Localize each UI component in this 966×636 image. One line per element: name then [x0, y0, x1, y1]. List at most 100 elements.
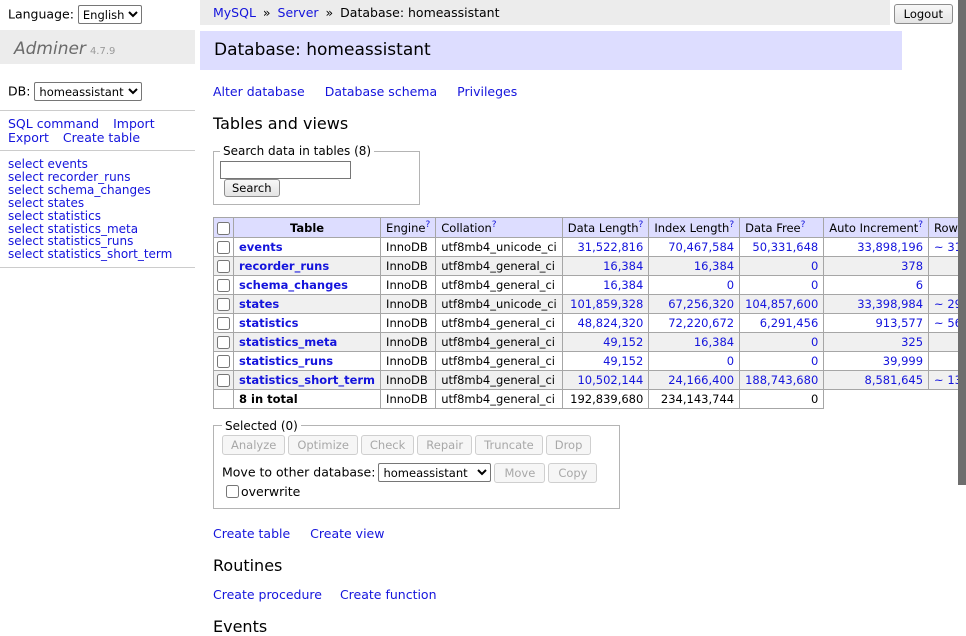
select-table-link[interactable]: select — [8, 196, 44, 210]
help-link[interactable]: ? — [492, 220, 497, 230]
language-select[interactable]: English — [78, 5, 142, 24]
create-view-link[interactable]: Create view — [310, 526, 384, 541]
table-structure-link[interactable]: recorder_runs — [239, 259, 329, 273]
data-free-link[interactable]: 6,291,456 — [760, 316, 819, 330]
repair-button[interactable]: Repair — [417, 435, 472, 455]
index-length-link[interactable]: 70,467,584 — [668, 240, 734, 254]
table-name-link[interactable]: schema_changes — [47, 183, 150, 197]
table-structure-link[interactable]: statistics_short_term — [239, 373, 375, 387]
scrollbar-thumb[interactable] — [958, 0, 966, 485]
table-structure-link[interactable]: events — [239, 240, 283, 254]
table-structure-link[interactable]: statistics — [239, 316, 299, 330]
auto-increment-link[interactable]: 33,898,196 — [857, 240, 923, 254]
overwrite-label[interactable]: overwrite — [241, 484, 300, 499]
drop-button[interactable]: Drop — [546, 435, 592, 455]
row-checkbox[interactable] — [217, 336, 230, 349]
auto-increment-link[interactable]: 8,581,645 — [865, 373, 924, 387]
select-table-link[interactable]: select — [8, 170, 44, 184]
index-length-link[interactable]: 0 — [727, 278, 734, 292]
privileges-link[interactable]: Privileges — [457, 84, 517, 99]
scrollbar[interactable] — [958, 0, 966, 543]
row-checkbox[interactable] — [217, 317, 230, 330]
select-all-checkbox[interactable] — [217, 222, 230, 235]
select-table-link[interactable]: select — [8, 234, 44, 248]
data-free-link[interactable]: 104,857,600 — [745, 297, 818, 311]
index-length-link[interactable]: 72,220,672 — [668, 316, 734, 330]
row-checkbox[interactable] — [217, 279, 230, 292]
analyze-button[interactable]: Analyze — [222, 435, 285, 455]
table-name-link[interactable]: recorder_runs — [47, 170, 130, 184]
move-db-select[interactable]: homeassistant — [378, 463, 491, 482]
create-table-link-sidebar[interactable]: Create table — [63, 131, 140, 145]
auto-increment-link[interactable]: 325 — [901, 335, 923, 349]
select-table-link[interactable]: select — [8, 183, 44, 197]
select-table-link[interactable]: select — [8, 247, 44, 261]
data-length-link[interactable]: 16,384 — [603, 278, 643, 292]
create-table-link[interactable]: Create table — [213, 526, 290, 541]
help-link[interactable]: ? — [729, 220, 734, 230]
index-length-link[interactable]: 0 — [727, 354, 734, 368]
check-button[interactable]: Check — [361, 435, 414, 455]
auto-increment-link[interactable]: 6 — [916, 278, 923, 292]
select-table-link[interactable]: select — [8, 209, 44, 223]
help-link[interactable]: ? — [801, 220, 806, 230]
data-free-link[interactable]: 50,331,648 — [752, 240, 818, 254]
auto-increment-link[interactable]: 913,577 — [875, 316, 923, 330]
create-procedure-link[interactable]: Create procedure — [213, 587, 322, 602]
data-length-link[interactable]: 31,522,816 — [577, 240, 643, 254]
database-schema-link[interactable]: Database schema — [325, 84, 437, 99]
data-length-link[interactable]: 49,152 — [603, 354, 643, 368]
alter-database-link[interactable]: Alter database — [213, 84, 305, 99]
data-length-link[interactable]: 49,152 — [603, 335, 643, 349]
adminer-logo[interactable]: Adminer — [14, 39, 86, 59]
optimize-button[interactable]: Optimize — [288, 435, 358, 455]
index-length-link[interactable]: 16,384 — [694, 259, 734, 273]
table-structure-link[interactable]: schema_changes — [239, 278, 348, 292]
data-length-link[interactable]: 10,502,144 — [577, 373, 643, 387]
select-table-link[interactable]: select — [8, 157, 44, 171]
table-name-link[interactable]: statistics_runs — [47, 234, 133, 248]
help-link[interactable]: ? — [918, 220, 923, 230]
table-structure-link[interactable]: statistics_runs — [239, 354, 333, 368]
search-input[interactable] — [220, 161, 351, 179]
row-checkbox[interactable] — [217, 298, 230, 311]
index-length-link[interactable]: 24,166,400 — [668, 373, 734, 387]
row-checkbox[interactable] — [217, 241, 230, 254]
overwrite-checkbox[interactable] — [226, 485, 239, 498]
help-link[interactable]: ? — [639, 220, 644, 230]
sql-command-link[interactable]: SQL command — [8, 117, 99, 131]
data-free-link[interactable]: 0 — [811, 259, 818, 273]
data-length-link[interactable]: 48,824,320 — [577, 316, 643, 330]
move-button[interactable]: Move — [494, 463, 545, 483]
row-checkbox[interactable] — [217, 374, 230, 387]
auto-increment-link[interactable]: 39,999 — [883, 354, 923, 368]
search-button[interactable]: Search — [224, 179, 280, 197]
breadcrumb-mysql-link[interactable]: MySQL — [213, 5, 256, 20]
index-length-link[interactable]: 16,384 — [694, 335, 734, 349]
adminer-version[interactable]: 4.7.9 — [90, 46, 115, 57]
table-name-link[interactable]: statistics_meta — [47, 222, 138, 236]
table-name-link[interactable]: events — [47, 157, 87, 171]
copy-button[interactable]: Copy — [548, 463, 597, 483]
create-function-link[interactable]: Create function — [340, 587, 437, 602]
data-free-link[interactable]: 0 — [811, 354, 818, 368]
table-name-link[interactable]: states — [47, 196, 84, 210]
row-checkbox[interactable] — [217, 260, 230, 273]
auto-increment-link[interactable]: 33,398,984 — [857, 297, 923, 311]
table-structure-link[interactable]: statistics_meta — [239, 335, 337, 349]
data-free-link[interactable]: 0 — [811, 278, 818, 292]
data-free-link[interactable]: 0 — [811, 335, 818, 349]
table-structure-link[interactable]: states — [239, 297, 279, 311]
help-link[interactable]: ? — [425, 220, 430, 230]
auto-increment-link[interactable]: 378 — [901, 259, 923, 273]
data-free-link[interactable]: 188,743,680 — [745, 373, 818, 387]
truncate-button[interactable]: Truncate — [475, 435, 543, 455]
data-length-link[interactable]: 101,859,328 — [570, 297, 643, 311]
export-link[interactable]: Export — [8, 131, 49, 145]
select-table-link[interactable]: select — [8, 222, 44, 236]
import-link[interactable]: Import — [113, 117, 155, 131]
db-select[interactable]: homeassistant — [34, 82, 142, 101]
breadcrumb-server-link[interactable]: Server — [278, 5, 319, 20]
table-name-link[interactable]: statistics_short_term — [47, 247, 172, 261]
index-length-link[interactable]: 67,256,320 — [668, 297, 734, 311]
